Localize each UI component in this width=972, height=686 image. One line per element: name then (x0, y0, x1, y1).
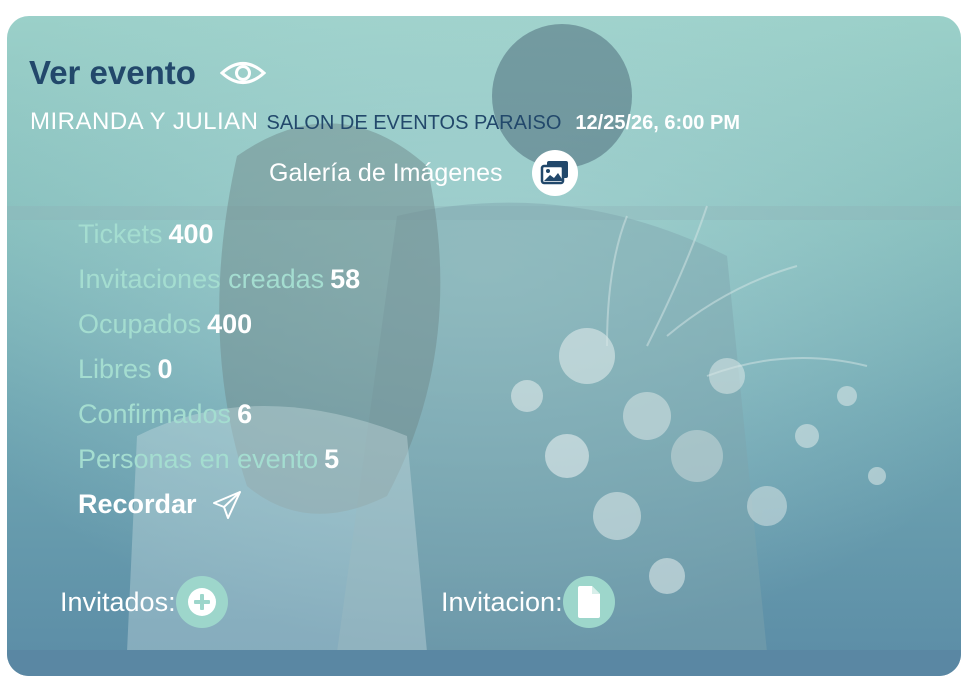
stat-value: 400 (168, 219, 214, 249)
plus-circle-icon (187, 588, 216, 616)
stat-ocupados: Ocupados 400 (78, 302, 360, 347)
card-bottom-strip (7, 650, 961, 676)
stat-tickets: Tickets 400 (78, 212, 360, 257)
stat-personas-en-evento: Personas en evento 5 (78, 437, 360, 482)
stat-label: Personas en evento (78, 444, 319, 474)
stat-invitaciones-creadas: Invitaciones creadas 58 (78, 257, 360, 302)
stat-libres: Libres 0 (78, 347, 360, 392)
event-card: Ver evento MIRANDA Y JULIAN SALON DE EVE… (7, 16, 961, 676)
stat-label: Tickets (78, 219, 163, 249)
stat-label: Libres (78, 354, 152, 384)
invitados-label: Invitados: (60, 586, 176, 617)
document-icon (577, 586, 600, 618)
invitacion-document-button[interactable] (562, 576, 615, 628)
stat-value: 6 (237, 399, 253, 429)
eye-icon[interactable] (219, 58, 266, 88)
invitados-action: Invitados: (60, 576, 228, 628)
recordar-label: Recordar (78, 489, 197, 519)
stat-value: 0 (157, 354, 173, 384)
event-couple-name: MIRANDA Y JULIAN (30, 108, 259, 135)
event-datetime: 12/25/26, 6:00 PM (575, 112, 740, 134)
stat-label: Confirmados (78, 399, 232, 429)
stat-confirmados: Confirmados 6 (78, 392, 360, 437)
stats-list: Tickets 400 Invitaciones creadas 58 Ocupad… (78, 212, 360, 527)
stat-value: 5 (324, 444, 340, 474)
gallery-row: Galería de Imágenes (269, 150, 579, 196)
images-icon (541, 161, 569, 185)
page-title: Ver evento (29, 54, 196, 91)
invitacion-label: Invitacion: (441, 586, 563, 617)
stat-value: 58 (330, 264, 361, 294)
recordar-button[interactable]: Recordar (78, 482, 360, 527)
event-venue: SALON DE EVENTOS PARAISO (266, 112, 562, 134)
stat-label: Invitaciones creadas (78, 264, 325, 294)
gallery-label: Galería de Imágenes (269, 158, 503, 187)
header: Ver evento (29, 54, 266, 92)
invitacion-action: Invitacion: (441, 576, 615, 628)
event-info: MIRANDA Y JULIAN SALON DE EVENTOS PARAIS… (30, 108, 740, 136)
send-icon (212, 490, 241, 519)
gallery-button[interactable] (532, 150, 579, 196)
stat-value: 400 (207, 309, 253, 339)
stat-label: Ocupados (78, 309, 202, 339)
add-invitado-button[interactable] (175, 576, 228, 628)
